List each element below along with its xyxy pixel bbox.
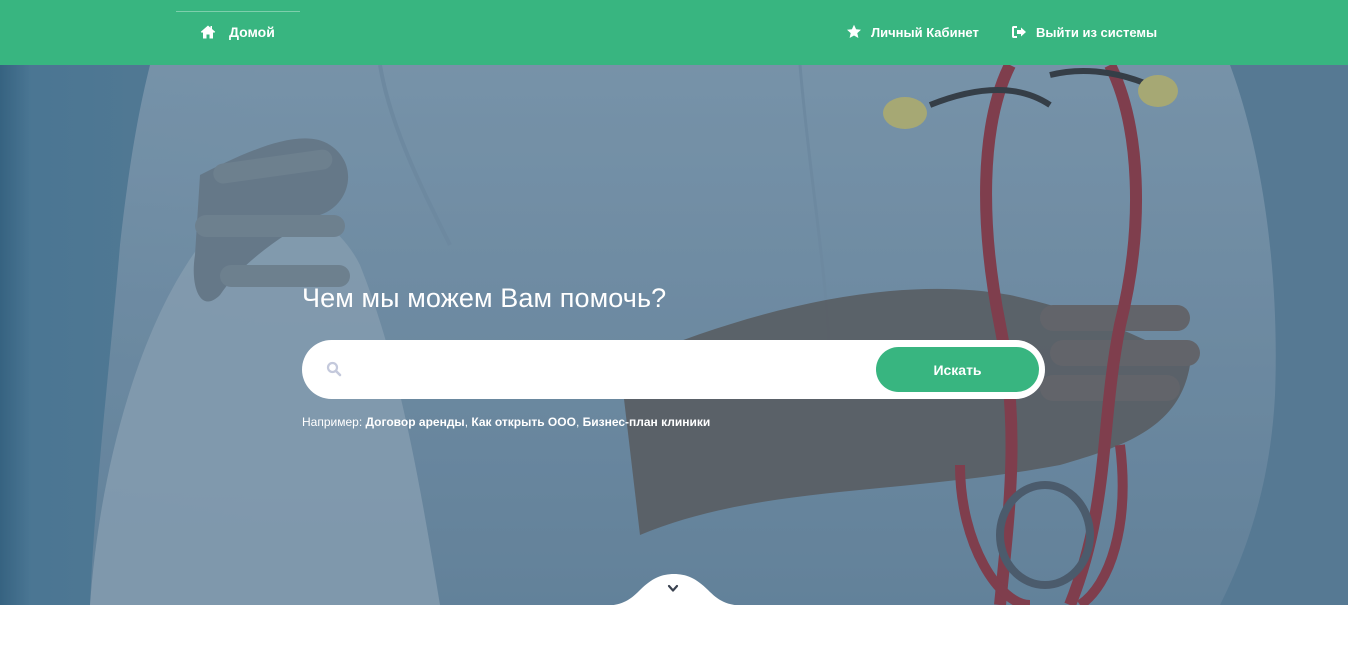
star-icon xyxy=(847,24,861,38)
example-link[interactable]: Бизнес-план клиники xyxy=(583,415,711,429)
search-input[interactable] xyxy=(354,352,864,387)
nav-cabinet-link[interactable]: Личный Кабинет xyxy=(846,20,979,44)
hero-section: Чем мы можем Вам помочь? Искать Например… xyxy=(0,65,1348,605)
hero-title: Чем мы можем Вам помочь? xyxy=(302,283,667,313)
search-button[interactable]: Искать xyxy=(876,347,1039,392)
nav-home-link[interactable]: Домой xyxy=(176,11,300,51)
home-icon xyxy=(200,25,216,38)
chevron-down-icon[interactable] xyxy=(665,583,681,595)
top-navbar: Домой Личный Кабинет Выйти из системы xyxy=(0,0,1348,65)
nav-logout-label: Выйти из системы xyxy=(1036,24,1158,40)
example-link[interactable]: Как открыть ООО xyxy=(471,415,576,429)
examples-separator: , xyxy=(575,415,583,429)
examples-prefix: Например: xyxy=(302,415,366,429)
nav-home-label: Домой xyxy=(229,23,275,40)
hero-overlay xyxy=(0,65,1348,605)
sign-out-icon xyxy=(1012,26,1026,38)
nav-cabinet-label: Личный Кабинет xyxy=(871,24,979,40)
search-box: Искать xyxy=(302,340,1045,399)
search-examples: Например: Договор аренды, Как открыть ОО… xyxy=(302,415,710,429)
search-icon xyxy=(326,361,342,377)
nav-logout-link[interactable]: Выйти из системы xyxy=(1011,20,1157,44)
example-link[interactable]: Договор аренды xyxy=(365,415,464,429)
